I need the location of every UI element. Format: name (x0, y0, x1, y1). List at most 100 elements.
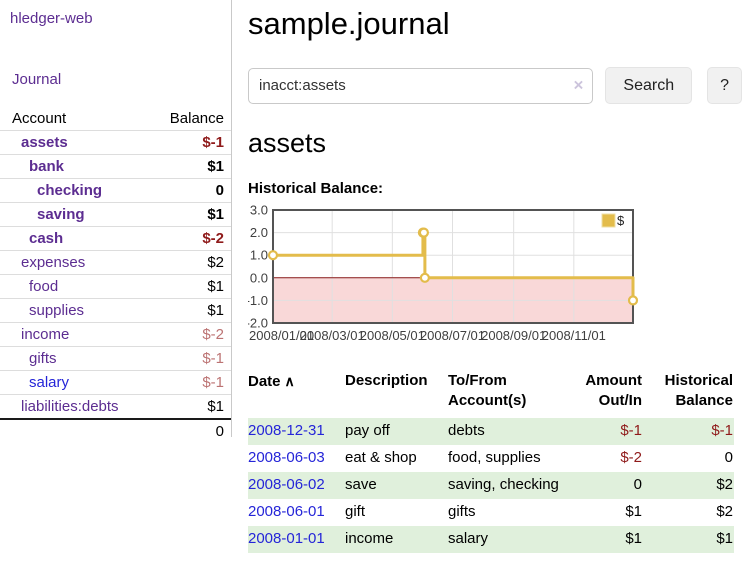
transaction-amount: $-1 (565, 418, 643, 445)
transaction-date-cell: 2008-06-01 (248, 499, 345, 526)
data-point-marker (629, 296, 637, 304)
account-link-liabilities-debts[interactable]: liabilities:debts (12, 397, 119, 416)
account-balance: $-1 (202, 349, 224, 368)
account-balance: $-2 (202, 325, 224, 344)
sort-ascending-icon: ∧ (285, 373, 295, 389)
transaction-amount: $1 (565, 526, 643, 553)
account-row: liabilities:debts$1 (0, 394, 231, 418)
account-row: assets $-1 (0, 130, 231, 154)
search-box: × (248, 68, 593, 104)
sidebar: hledger-web Journal Account Balance asse… (0, 0, 232, 437)
account-balance: 0 (216, 181, 224, 200)
transaction-accounts: debts (448, 418, 565, 445)
account-link-gifts[interactable]: gifts (12, 349, 57, 368)
register-table: Date∧DescriptionTo/FromAccount(s)AmountO… (248, 369, 734, 553)
account-balance: $-1 (202, 373, 224, 392)
account-link-food[interactable]: food (12, 277, 58, 296)
historical-balance-chart[interactable]: 3.02.01.00.0-1.0-2.02008/01/012008/03/01… (248, 204, 742, 350)
transaction-date-cell: 2008-12-31 (248, 418, 345, 445)
transaction-balance: $-1 (643, 418, 734, 445)
account-balance: $-1 (202, 133, 224, 152)
transaction-date-cell: 2008-06-02 (248, 472, 345, 499)
account-column-header: Account (12, 109, 66, 128)
account-link-saving[interactable]: saving (12, 205, 85, 224)
x-tick-label: 2008/11/01 (542, 328, 606, 343)
main-content: sample.journal × Search ? assets Histori… (233, 0, 742, 553)
transaction-balance: $2 (643, 472, 734, 499)
legend-label: $ (617, 213, 625, 228)
account-row: salary $-1 (0, 370, 231, 394)
transaction-balance: $2 (643, 499, 734, 526)
transaction-row: 2008-06-03eat & shopfood, supplies$-20 (248, 445, 734, 472)
y-tick-label: 1.0 (250, 248, 268, 263)
account-link-expenses[interactable]: expenses (12, 253, 85, 272)
account-balance: $1 (207, 277, 224, 296)
transaction-description: save (345, 472, 448, 499)
account-balance: $2 (207, 253, 224, 272)
transaction-description: gift (345, 499, 448, 526)
transaction-date-link[interactable]: 2008-06-01 (248, 503, 325, 520)
data-point-marker (421, 274, 429, 282)
column-header-historical-balance: HistoricalBalance (643, 369, 734, 418)
column-header-date: Date∧ (248, 369, 345, 418)
account-row: supplies$1 (0, 298, 231, 322)
transaction-description: income (345, 526, 448, 553)
account-link-supplies[interactable]: supplies (12, 301, 84, 320)
transaction-amount: $-2 (565, 445, 643, 472)
account-link-bank[interactable]: bank (12, 157, 64, 176)
transaction-row: 2008-06-01 giftgifts$1$2 (248, 499, 734, 526)
account-heading: assets (248, 128, 742, 159)
transaction-row: 2008-06-02savesaving, checking0$2 (248, 472, 734, 499)
column-header-tofrom-accounts: To/FromAccount(s) (448, 369, 565, 418)
account-row: bank $1 (0, 154, 231, 178)
transaction-date-link[interactable]: 2008-06-03 (248, 449, 325, 466)
column-header-amount-outin: AmountOut/In (565, 369, 643, 418)
brand-link[interactable]: hledger-web (10, 10, 231, 27)
x-tick-label: 2008/09/01 (481, 328, 546, 343)
search-button[interactable]: Search (605, 67, 692, 104)
chart-canvas[interactable]: 3.02.01.00.0-1.0-2.02008/01/012008/03/01… (248, 204, 648, 345)
account-row: cash$-2 (0, 226, 231, 250)
transaction-row: 2008-01-01incomesalary$1$1 (248, 526, 734, 553)
help-button[interactable]: ? (707, 67, 742, 104)
accounts-total-balance: 0 (216, 422, 224, 441)
accounts-table: Account Balance assets $-1 bank $1 checking 0… (0, 107, 231, 443)
account-row: checking 0 (0, 178, 231, 202)
transaction-date-link[interactable]: 2008-06-02 (248, 476, 325, 493)
account-link-checking[interactable]: checking (12, 181, 102, 200)
x-tick-label: 2008/07/01 (420, 328, 485, 343)
column-header-description: Description (345, 369, 448, 418)
account-balance: $1 (207, 157, 224, 176)
account-row: gifts $-1 (0, 346, 231, 370)
y-tick-label: 3.0 (250, 204, 268, 218)
account-balance: $1 (207, 205, 224, 224)
account-link-assets[interactable]: assets (12, 133, 68, 152)
chart-title: Historical Balance: (248, 180, 742, 197)
transaction-accounts: gifts (448, 499, 565, 526)
y-tick-label: 2.0 (250, 225, 268, 240)
transaction-accounts: saving, checking (448, 472, 565, 499)
transaction-description: eat & shop (345, 445, 448, 472)
account-link-cash[interactable]: cash (12, 229, 63, 248)
accounts-table-header: Account Balance (0, 107, 231, 130)
transaction-accounts: salary (448, 526, 565, 553)
transaction-balance: 0 (643, 445, 734, 472)
account-link-income[interactable]: income (12, 325, 69, 344)
transaction-date-link[interactable]: 2008-01-01 (248, 530, 325, 547)
transaction-date-cell: 2008-01-01 (248, 526, 345, 553)
accounts-total-row: 0 (0, 418, 231, 443)
transaction-date-link[interactable]: 2008-12-31 (248, 422, 325, 439)
account-row: income $-2 (0, 322, 231, 346)
transaction-row: 2008-12-31pay offdebts$-1$-1 (248, 418, 734, 445)
transaction-amount: $1 (565, 499, 643, 526)
account-row: food $1 (0, 274, 231, 298)
search-input[interactable] (248, 68, 593, 104)
clear-search-icon[interactable]: × (573, 75, 583, 95)
legend-swatch (602, 214, 615, 227)
sidebar-item-journal[interactable]: Journal (12, 71, 231, 88)
account-link-salary[interactable]: salary (12, 373, 69, 392)
data-point-marker (420, 229, 428, 237)
account-row: saving $1 (0, 202, 231, 226)
y-tick-label: -1.0 (248, 293, 268, 308)
transaction-balance: $1 (643, 526, 734, 553)
